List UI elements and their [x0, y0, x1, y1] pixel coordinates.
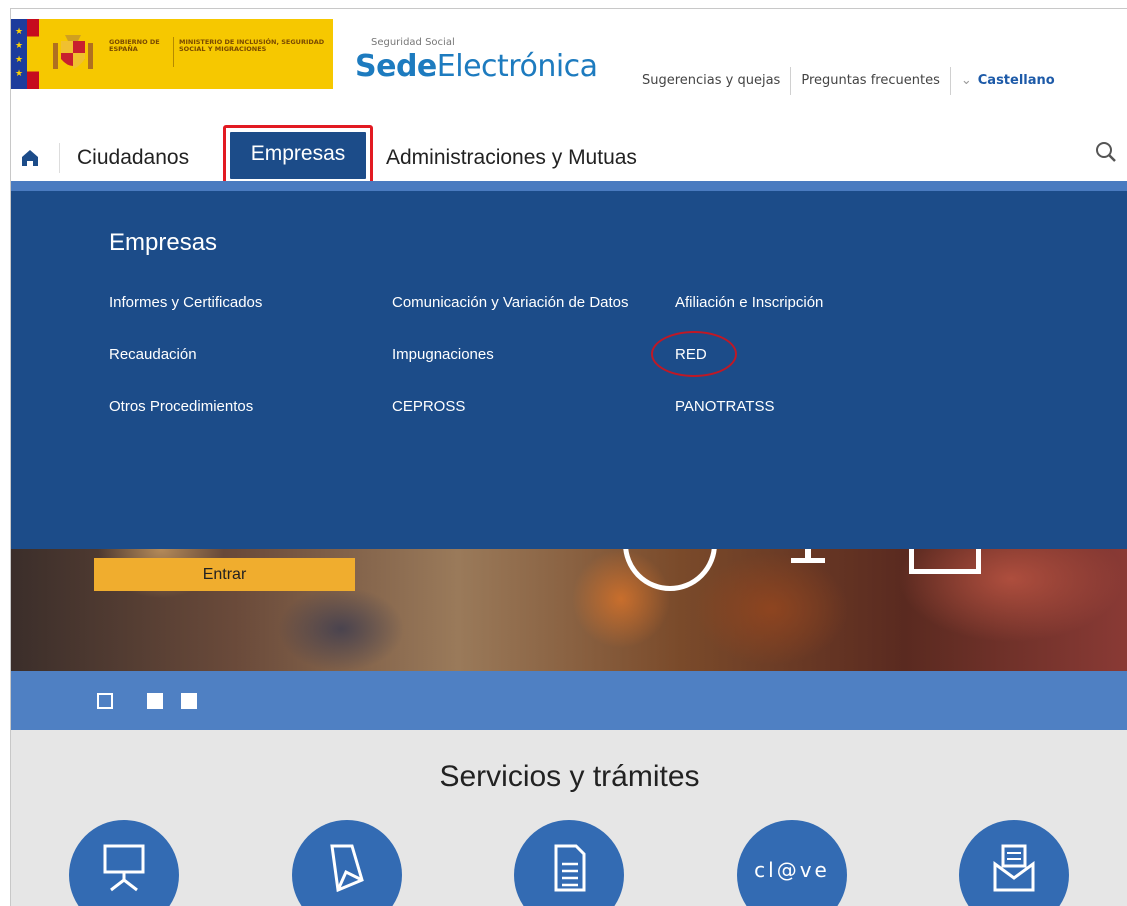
enter-button[interactable]: Entrar [94, 558, 355, 591]
chevron-down-icon: ⌄ [960, 73, 972, 88]
faq-link[interactable]: Preguntas frecuentes [791, 67, 951, 95]
language-selector[interactable]: ⌄ Castellano [951, 67, 1055, 95]
clave-logo: cl@ve [754, 858, 830, 882]
sede-logo-light: Electrónica [436, 49, 598, 84]
presentation-icon [103, 844, 145, 892]
search-icon[interactable] [1095, 141, 1117, 163]
services-title: Servicios y trámites [439, 760, 700, 793]
carousel-dot-3[interactable] [181, 693, 197, 709]
service-clave[interactable]: cl@ve [737, 820, 847, 906]
service-forms[interactable] [514, 820, 624, 906]
nav-underline [11, 181, 1127, 191]
carousel-dot-2[interactable] [147, 693, 163, 709]
sede-logo-bold: Sede [355, 49, 437, 84]
nav-item-administraciones[interactable]: Administraciones y Mutuas [386, 133, 637, 179]
language-label: Castellano [977, 73, 1055, 88]
government-logo[interactable]: ★ ★ ★ ★ GOBIERNO DE ESPAÑA MINISTERIO DE… [11, 19, 333, 89]
menu-link-recaudacion[interactable]: Recaudación [109, 345, 349, 364]
site-header: ★ ★ ★ ★ GOBIERNO DE ESPAÑA MINISTERIO DE… [11, 9, 1127, 109]
menu-link-comunicacion[interactable]: Comunicación y Variación de Datos [392, 293, 642, 312]
document-lines-icon [554, 844, 586, 892]
coat-of-arms-icon [53, 35, 93, 69]
logo-divider [173, 37, 174, 67]
menu-link-panotratss[interactable]: PANOTRATSS [675, 397, 915, 416]
carousel-dot-1[interactable] [97, 693, 113, 709]
sede-logo[interactable]: SedeElectrónica [355, 49, 598, 84]
services-section: Servicios y trámites cl@ve [11, 730, 1127, 906]
browser-page: ★ ★ ★ ★ GOBIERNO DE ESPAÑA MINISTERIO DE… [10, 8, 1127, 906]
nav-item-empresas-label: Empresas [230, 132, 366, 179]
document-fold-icon [330, 844, 364, 892]
suggestions-link[interactable]: Sugerencias y quejas [642, 67, 792, 95]
service-presentation[interactable] [69, 820, 179, 906]
carousel-controls [11, 671, 1127, 730]
envelope-icon [993, 844, 1035, 892]
nav-item-empresas[interactable]: Empresas [223, 125, 373, 185]
gov-label: GOBIERNO DE ESPAÑA [109, 38, 160, 53]
main-nav: Ciudadanos Empresas Administraciones y M… [11, 119, 1127, 185]
ministry-label: MINISTERIO DE INCLUSIÓN, SEGURIDAD SOCIA… [179, 38, 325, 53]
menu-link-afiliacion[interactable]: Afiliación e Inscripción [675, 293, 915, 312]
service-notifications[interactable] [959, 820, 1069, 906]
mega-menu-title: Empresas [109, 229, 218, 256]
nav-item-ciudadanos[interactable]: Ciudadanos [77, 133, 189, 179]
top-links: Sugerencias y quejas Preguntas frecuente… [642, 67, 1055, 95]
menu-link-red[interactable]: RED [675, 345, 735, 364]
service-document[interactable] [292, 820, 402, 906]
nav-divider [59, 143, 60, 173]
menu-link-cepross[interactable]: CEPROSS [392, 397, 632, 416]
sede-subtitle: Seguridad Social [371, 37, 455, 48]
eu-flag-icon: ★ ★ ★ ★ [11, 19, 27, 89]
spain-flag-icon [27, 19, 39, 89]
home-icon[interactable] [21, 149, 39, 167]
menu-link-otros[interactable]: Otros Procedimientos [109, 397, 349, 416]
menu-link-impugnaciones[interactable]: Impugnaciones [392, 345, 632, 364]
empresas-mega-menu: Empresas Informes y Certificados Comunic… [11, 191, 1127, 549]
menu-link-informes[interactable]: Informes y Certificados [109, 293, 349, 312]
